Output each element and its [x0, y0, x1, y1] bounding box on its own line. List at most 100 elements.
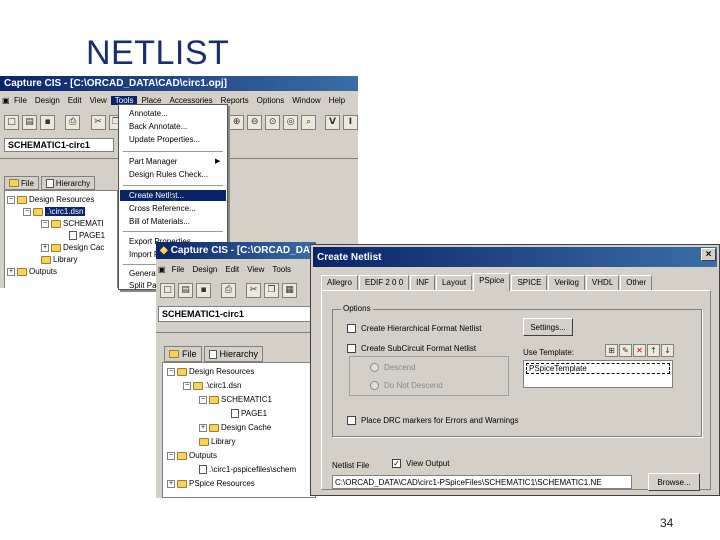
- menu-item-bill-of-materials[interactable]: Bill of Materials...: [129, 217, 190, 226]
- tree-item-pspice-netlist[interactable]: .\circ1-pspicefiles\schem: [199, 465, 296, 474]
- find-icon[interactable]: ⌕: [301, 114, 317, 130]
- menu-edit[interactable]: Edit: [64, 96, 86, 105]
- zoom-area-icon[interactable]: ⊙: [265, 114, 281, 130]
- tab-allegro[interactable]: Allegro: [321, 275, 358, 291]
- app-menu-icon[interactable]: ▣: [156, 265, 168, 274]
- tree-item-page1[interactable]: PAGE1: [69, 231, 105, 240]
- delete-template-icon[interactable]: ✕: [633, 344, 646, 357]
- tree-item-schematic[interactable]: − SCHEMATI: [41, 219, 104, 228]
- zoom-in-icon[interactable]: ⊕: [229, 114, 245, 130]
- template-item-pspice[interactable]: PSpiceTemplate: [526, 363, 670, 374]
- zoom-out-icon[interactable]: ⊖: [247, 114, 263, 130]
- tab-hierarchy[interactable]: Hierarchy: [40, 176, 96, 190]
- tree-item-page1[interactable]: PAGE1: [231, 409, 267, 418]
- tree-item-schematic1[interactable]: − SCHEMATIC1: [199, 395, 272, 404]
- second-titlebar[interactable]: ◆Capture CIS - [C:\ORCAD_DATA\CAD\circ1.…: [156, 242, 316, 259]
- save-icon[interactable]: ▪: [196, 282, 211, 298]
- menu-window[interactable]: Window: [288, 96, 324, 105]
- schematic-combo[interactable]: SCHEMATIC1-circ1: [158, 306, 314, 322]
- tab-spice[interactable]: SPICE: [511, 275, 548, 291]
- close-icon[interactable]: ×: [701, 248, 716, 261]
- netlist-file-path[interactable]: C:\ORCAD_DATA\CAD\circ1-PSpiceFiles\SCHE…: [332, 475, 632, 489]
- tree-item-library[interactable]: Library: [41, 255, 77, 264]
- new-file-icon[interactable]: □: [4, 114, 19, 130]
- new-template-icon[interactable]: ⊞: [605, 344, 618, 357]
- menu-design[interactable]: Design: [31, 96, 64, 105]
- folder-icon: [17, 267, 27, 276]
- menu-edit[interactable]: Edit: [221, 265, 243, 274]
- view-output-checkbox[interactable]: ✓ View Output: [392, 459, 449, 468]
- dialog-titlebar[interactable]: Create Netlist: [313, 247, 717, 267]
- tree-item-design-resources[interactable]: − Design Resources: [7, 195, 94, 204]
- tab-edif[interactable]: EDIF 2 0 0: [358, 275, 410, 291]
- menu-item-design-rules-check[interactable]: Design Rules Check...: [129, 170, 208, 179]
- menu-help[interactable]: Help: [325, 96, 349, 105]
- tree-item-circ1-dsn[interactable]: − .\circ1.dsn: [23, 207, 86, 216]
- tab-file[interactable]: File: [4, 176, 39, 190]
- move-up-icon[interactable]: ↑: [647, 344, 660, 357]
- create-subcircuit-checkbox[interactable]: Create SubCircuit Format Netlist: [347, 344, 476, 353]
- menu-file[interactable]: File: [168, 265, 189, 274]
- cut-icon[interactable]: ✂: [90, 114, 106, 130]
- menu-file[interactable]: File: [10, 96, 31, 105]
- main-titlebar[interactable]: Capture CIS - [C:\ORCAD_DATA\CAD\circ1.o…: [0, 76, 358, 91]
- menu-item-update-properties[interactable]: Update Properties...: [129, 135, 200, 144]
- zoom-all-icon[interactable]: ◎: [283, 114, 299, 130]
- edit-template-icon[interactable]: ✎: [619, 344, 632, 357]
- descend-radio[interactable]: Descend: [370, 363, 416, 372]
- menu-design[interactable]: Design: [188, 265, 221, 274]
- folder-icon: [9, 179, 19, 187]
- menu-item-cross-reference[interactable]: Cross Reference...: [129, 204, 196, 213]
- copy-icon[interactable]: ❐: [264, 282, 279, 298]
- print-icon[interactable]: ⎙: [221, 282, 236, 298]
- tree-item-design-resources[interactable]: − Design Resources: [167, 367, 254, 376]
- tree-item-design-cache[interactable]: + Design Cac: [41, 243, 104, 252]
- tab-vhdl[interactable]: VHDL: [585, 275, 620, 291]
- schematic-combo[interactable]: SCHEMATIC1-circ1: [4, 138, 114, 152]
- tree-item-pspice-resources[interactable]: + PSpice Resources: [167, 479, 255, 488]
- folder-icon: [41, 255, 51, 264]
- move-down-icon[interactable]: ↓: [661, 344, 674, 357]
- second-menubar: ▣ File Design Edit View Tools: [156, 262, 316, 276]
- create-netlist-dialog: Create Netlist × Allegro EDIF 2 0 0 INF …: [310, 244, 720, 496]
- browse-button[interactable]: Browse...: [648, 473, 700, 491]
- menu-item-back-annotate[interactable]: Back Annotate...: [129, 122, 187, 131]
- tab-verilog[interactable]: Verilog: [548, 275, 585, 291]
- settings-button[interactable]: Settings...: [523, 318, 573, 336]
- menu-item-part-manager[interactable]: Part Manager: [129, 157, 177, 166]
- print-icon[interactable]: ⎙: [65, 114, 81, 130]
- new-file-icon[interactable]: □: [160, 282, 175, 298]
- voltage-marker-icon[interactable]: V: [324, 114, 340, 130]
- submenu-arrow-icon: ▶: [215, 158, 221, 165]
- use-template-label: Use Template:: [523, 348, 574, 357]
- app-menu-icon[interactable]: ▣: [0, 96, 10, 105]
- open-folder-icon[interactable]: ▤: [22, 114, 37, 130]
- tab-hierarchy[interactable]: Hierarchy: [203, 346, 264, 362]
- menu-view[interactable]: View: [86, 96, 111, 105]
- menu-item-annotate[interactable]: Annotate...: [129, 109, 168, 118]
- menu-tools[interactable]: Tools: [268, 265, 295, 274]
- paste-icon[interactable]: ▦: [282, 282, 297, 298]
- current-marker-icon[interactable]: I: [342, 114, 358, 130]
- tab-pspice[interactable]: PSpice: [473, 273, 511, 291]
- tree-item-circ1-dsn[interactable]: − .\circ1.dsn: [183, 381, 241, 390]
- menu-options[interactable]: Options: [253, 96, 289, 105]
- template-list[interactable]: PSpiceTemplate: [523, 360, 673, 388]
- cut-icon[interactable]: ✂: [246, 282, 261, 298]
- save-icon[interactable]: ▪: [40, 114, 55, 130]
- tab-other[interactable]: Other: [620, 275, 653, 291]
- tab-layout[interactable]: Layout: [436, 275, 473, 291]
- create-hierarchical-checkbox[interactable]: Create Hierarchical Format Netlist: [347, 324, 481, 333]
- tab-inf[interactable]: INF: [410, 275, 436, 291]
- tree-item-outputs[interactable]: + Outputs: [7, 267, 57, 276]
- menu-view[interactable]: View: [243, 265, 268, 274]
- do-not-descend-radio[interactable]: Do Not Descend: [370, 381, 443, 390]
- tab-file[interactable]: File: [164, 346, 202, 362]
- tree-item-library[interactable]: Library: [199, 437, 235, 446]
- tree-item-outputs[interactable]: − Outputs: [167, 451, 217, 460]
- tree-item-design-cache[interactable]: + Design Cache: [199, 423, 271, 432]
- netlist-file-label: Netlist File: [332, 461, 370, 470]
- page-icon: [199, 465, 207, 474]
- open-folder-icon[interactable]: ▤: [178, 282, 193, 298]
- place-drc-markers-checkbox[interactable]: Place DRC markers for Errors and Warning…: [347, 416, 519, 425]
